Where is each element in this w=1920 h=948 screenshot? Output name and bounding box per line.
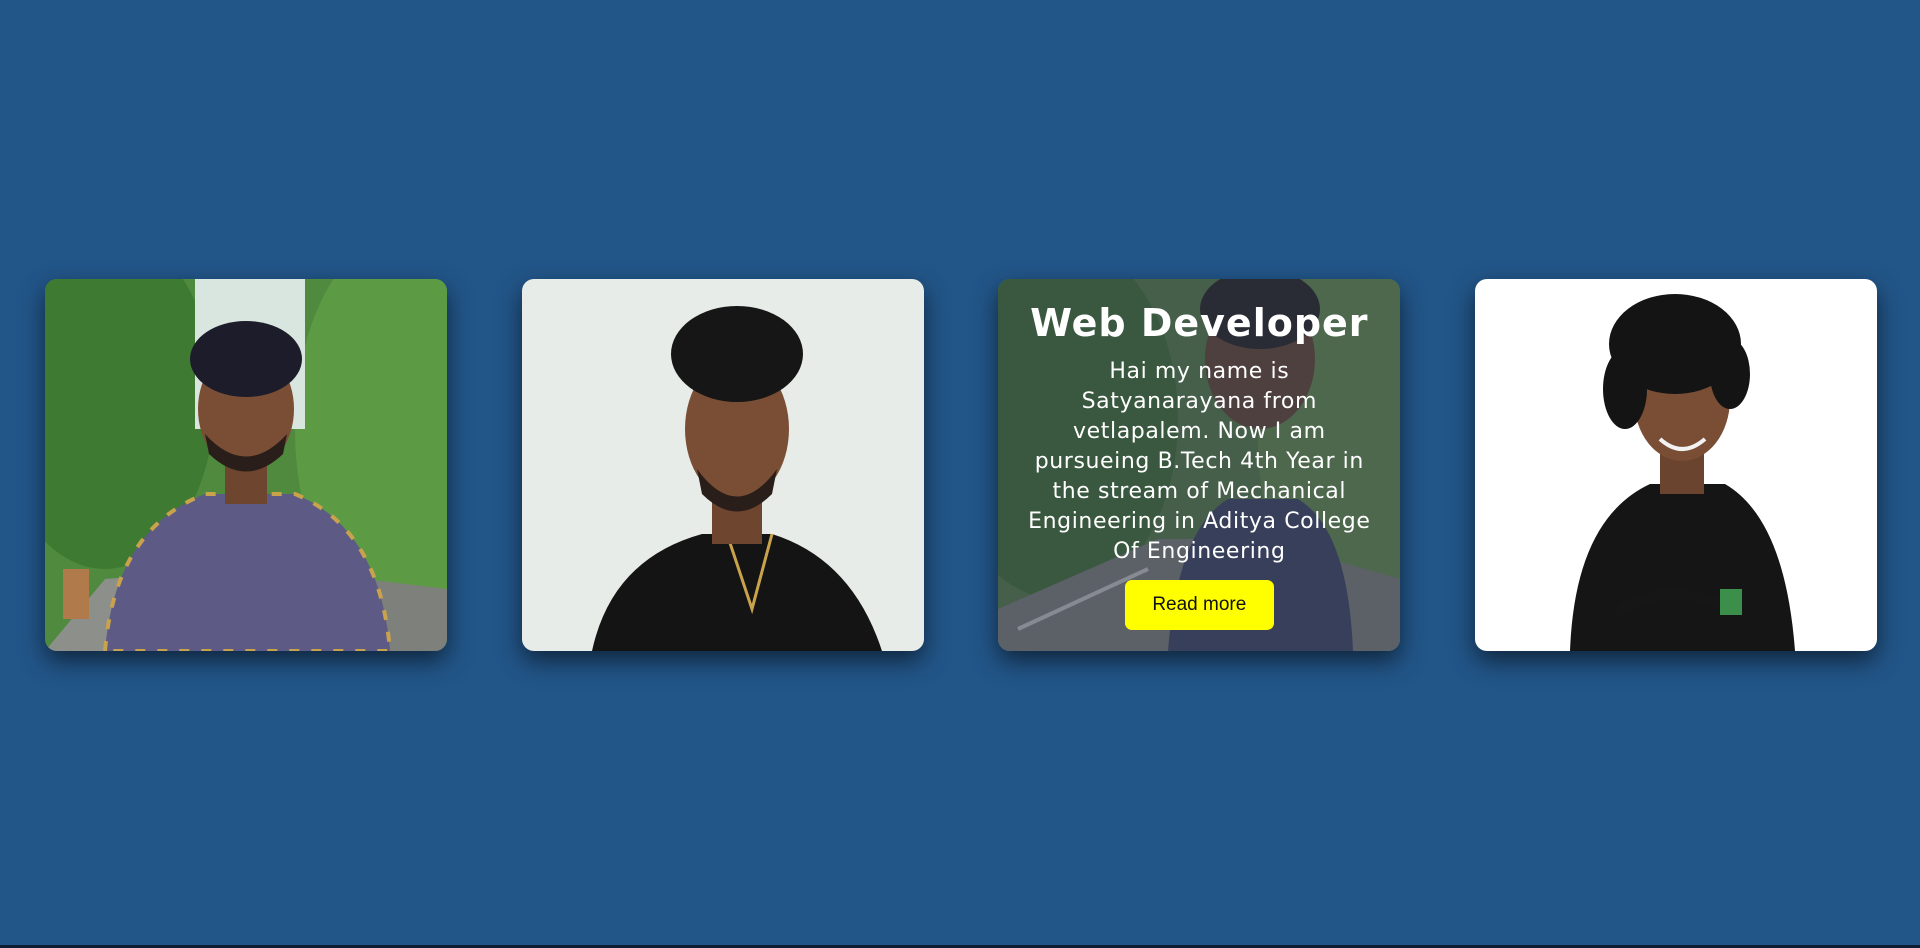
portrait-photo-4 [1474, 279, 1877, 651]
portrait-photo-2 [521, 279, 924, 651]
profile-card-2[interactable] [521, 279, 924, 651]
card-description: Hai my name is Satyanarayana from vetlap… [1028, 358, 1371, 564]
profile-card-4[interactable] [1474, 279, 1877, 651]
card-row: Web Developer Hai my name is Satyanaraya… [45, 279, 1877, 651]
portrait-photo-1 [45, 279, 447, 651]
card-title: Web Developer [1030, 301, 1369, 345]
profile-card-1[interactable] [45, 279, 447, 651]
card-info-overlay: Web Developer Hai my name is Satyanaraya… [998, 279, 1401, 651]
read-more-button[interactable]: Read more [1124, 579, 1274, 630]
profile-card-3[interactable]: Web Developer Hai my name is Satyanaraya… [998, 279, 1401, 651]
